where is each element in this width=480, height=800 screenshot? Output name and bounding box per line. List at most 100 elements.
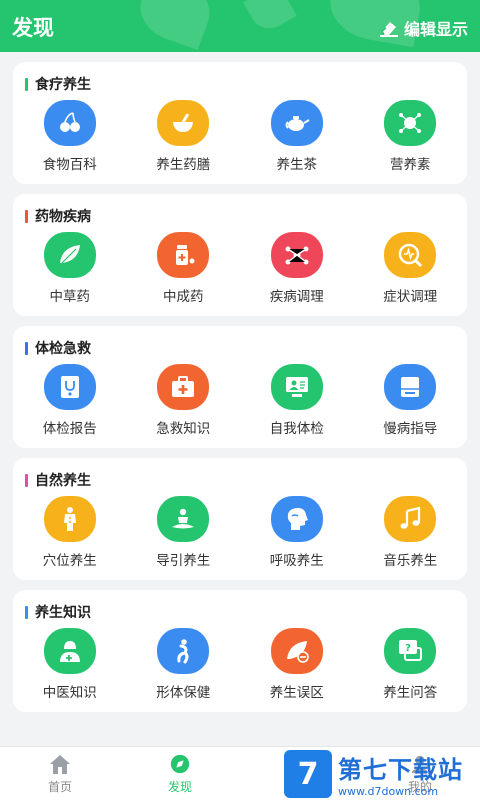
molecule-icon: [384, 100, 437, 146]
feature-item[interactable]: 养生茶: [240, 100, 354, 173]
feature-item[interactable]: 导引养生: [127, 496, 241, 569]
section-card: 食疗养生食物百科 养生药膳 养生茶 营养素: [13, 62, 467, 184]
page-title: 发现: [12, 16, 54, 40]
section-grid: 体检报告 急救知识 自我体检 慢病指导: [13, 364, 467, 437]
feature-label: 中成药: [163, 289, 204, 305]
feature-item[interactable]: 体检报告: [13, 364, 127, 437]
section-title: 食疗养生: [25, 74, 91, 94]
section-card: 自然养生穴位养生 导引养生 呼吸养生 音乐养生: [13, 458, 467, 580]
feature-item[interactable]: ? 养生问答: [354, 628, 468, 701]
section-title-text: 养生知识: [35, 605, 91, 621]
qa-chat-icon: ?: [384, 628, 437, 674]
first-aid-kit-icon: [157, 364, 210, 410]
svg-text:?: ?: [405, 643, 411, 654]
feature-label: 呼吸养生: [269, 553, 324, 569]
section-title-text: 药物疾病: [35, 209, 91, 225]
feature-label: 养生药膳: [156, 157, 211, 173]
feature-label: 导引养生: [156, 553, 211, 569]
feature-item[interactable]: 症状调理: [354, 232, 468, 305]
tab-discover-label: 发现: [167, 780, 192, 794]
feature-item[interactable]: 呼吸养生: [240, 496, 354, 569]
section-accent-bar: [25, 473, 28, 487]
watermark-name: 第七下载站: [338, 756, 463, 784]
feature-label: 音乐养生: [383, 553, 438, 569]
home-icon: [50, 755, 70, 774]
section-accent-bar: [25, 209, 28, 223]
acupoint-body-icon: [43, 496, 96, 542]
edit-display-button[interactable]: 编辑显示: [379, 16, 468, 40]
feature-label: 营养素: [390, 157, 431, 173]
watermark: 7 第七下载站 www.d7down.com: [284, 748, 480, 800]
herb-leaf-icon: [43, 232, 96, 278]
feature-label: 养生茶: [276, 157, 318, 173]
feature-label: 中草药: [49, 289, 91, 305]
feature-item[interactable]: 慢病指导: [354, 364, 468, 437]
section-card: 养生知识 中医知识 形体保健 养生误区? 养生问答: [13, 590, 467, 712]
symptom-search-icon: [384, 232, 437, 278]
section-accent-bar: [25, 341, 28, 355]
cherry-icon: [43, 100, 96, 146]
section-grid: 穴位养生 导引养生 呼吸养生 音乐养生: [13, 496, 467, 569]
breath-head-icon: [270, 496, 323, 542]
feature-item[interactable]: 养生误区: [240, 628, 354, 701]
section-title: 养生知识: [25, 602, 91, 622]
feature-item[interactable]: 急救知识: [127, 364, 241, 437]
feature-item[interactable]: 形体保健: [127, 628, 241, 701]
feature-label: 疾病调理: [269, 289, 324, 305]
music-note-icon: [384, 496, 437, 542]
tab-home-label: 首页: [47, 780, 72, 794]
feature-label: 养生误区: [269, 685, 324, 701]
header: 发现 编辑显示: [0, 0, 480, 52]
feature-item[interactable]: 音乐养生: [354, 496, 468, 569]
section-title: 药物疾病: [25, 206, 91, 226]
section-title: 体检急救: [25, 338, 91, 358]
feature-label: 体检报告: [42, 421, 97, 437]
section-grid: 食物百科 养生药膳 养生茶 营养素: [13, 100, 467, 173]
leaf-decoration: [243, 0, 297, 36]
section-grid: 中医知识 形体保健 养生误区? 养生问答: [13, 628, 467, 701]
tab-discover[interactable]: 发现: [120, 747, 240, 800]
feature-item[interactable]: 自我体检: [240, 364, 354, 437]
feature-item[interactable]: 中成药: [127, 232, 241, 305]
discover-content[interactable]: 食疗养生食物百科 养生药膳 养生茶 营养素药物疾病中草药 中成药 疾病调理 症状调理体检急救…: [0, 52, 480, 746]
section-title-text: 体检急救: [35, 341, 91, 357]
watermark-url: www.d7down.com: [338, 785, 439, 798]
watermark-logo: 7: [284, 750, 332, 798]
warning-leaf-icon: [270, 628, 323, 674]
feature-item[interactable]: 食物百科: [13, 100, 127, 173]
medicine-bottle-icon: [157, 232, 210, 278]
feature-item[interactable]: 穴位养生: [13, 496, 127, 569]
feature-item[interactable]: 中草药: [13, 232, 127, 305]
feature-item[interactable]: 养生药膳: [127, 100, 241, 173]
feature-label: 症状调理: [383, 289, 438, 305]
edit-display-label: 编辑显示: [403, 20, 468, 39]
eraser-icon: [379, 22, 398, 37]
section-title: 自然养生: [25, 470, 91, 490]
section-accent-bar: [25, 77, 28, 91]
leaf-decoration: [131, 0, 219, 51]
mortar-icon: [157, 100, 210, 146]
feature-item[interactable]: 中医知识: [13, 628, 127, 701]
section-card: 药物疾病中草药 中成药 疾病调理 症状调理: [13, 194, 467, 316]
feature-item[interactable]: 疾病调理: [240, 232, 354, 305]
doctor-icon: [43, 628, 96, 674]
body-shape-icon: [157, 628, 210, 674]
compass-icon: [170, 754, 190, 774]
stethoscope-report-icon: [43, 364, 96, 410]
feature-item[interactable]: 营养素: [354, 100, 468, 173]
feature-label: 急救知识: [156, 421, 211, 437]
feature-label: 慢病指导: [383, 421, 438, 437]
feature-label: 中医知识: [42, 685, 97, 701]
section-card: 体检急救体检报告 急救知识 自我体检 慢病指导: [13, 326, 467, 448]
section-title-text: 自然养生: [35, 473, 91, 489]
feature-label: 养生问答: [383, 685, 438, 701]
meditation-icon: [157, 496, 210, 542]
tab-home[interactable]: 首页: [0, 747, 120, 800]
section-grid: 中草药 中成药 疾病调理 症状调理: [13, 232, 467, 305]
feature-label: 形体保健: [156, 685, 211, 701]
guide-box-icon: [384, 364, 437, 410]
section-accent-bar: [25, 605, 28, 619]
section-title-text: 食疗养生: [35, 77, 91, 93]
network-icon: [270, 232, 323, 278]
teapot-icon: [270, 100, 323, 146]
